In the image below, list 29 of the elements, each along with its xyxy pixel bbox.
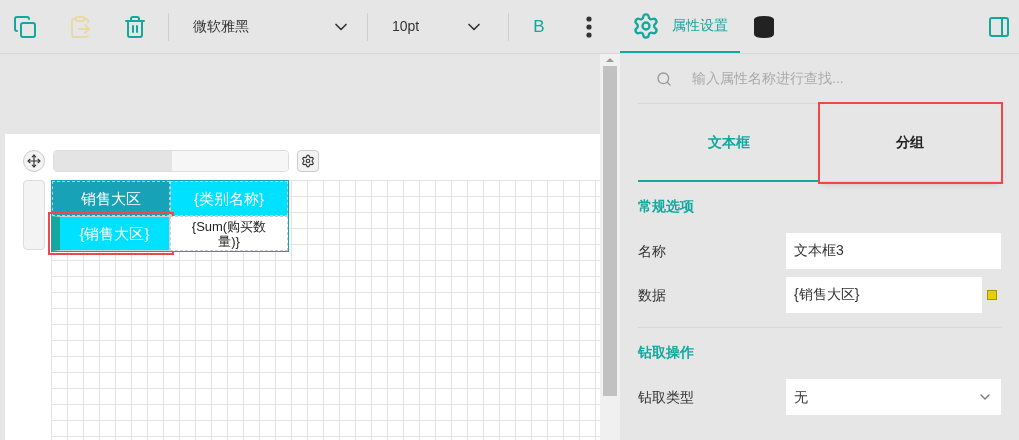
table-cell[interactable]: {Sum(购买数量)} <box>170 216 288 251</box>
panel-toggle-icon <box>987 14 1011 39</box>
expression-indicator-icon[interactable] <box>987 290 997 300</box>
field-label: 名称 <box>638 241 667 261</box>
database-icon <box>752 14 776 39</box>
settings-icon <box>632 11 660 40</box>
table-settings-button[interactable] <box>297 150 319 172</box>
trash-icon <box>123 14 147 39</box>
font-size-dropdown[interactable]: 10pt <box>368 16 508 37</box>
input-field[interactable]: 文本框3 <box>786 233 1001 269</box>
row-header <box>23 180 45 250</box>
move-handle[interactable] <box>23 150 45 172</box>
field-label: 钻取类型 <box>638 387 695 407</box>
search-field[interactable]: 输入属性名称进行查找... <box>692 68 1001 89</box>
settings-icon <box>301 154 315 168</box>
field-label: 数据 <box>638 285 667 305</box>
section-title: 钻取操作 <box>638 343 695 362</box>
copy-icon <box>13 14 37 39</box>
search-icon <box>656 70 672 87</box>
more-icon <box>586 15 592 38</box>
font-dropdown[interactable]: 微软雅黑 <box>177 16 367 37</box>
paste-icon <box>68 14 92 39</box>
panel-toggle-button[interactable] <box>987 14 1011 39</box>
select-field[interactable]: 无 <box>786 379 1001 415</box>
move-icon <box>27 154 41 168</box>
section-title: 常规选项 <box>638 197 695 216</box>
scrollbar-thumb[interactable] <box>603 66 617 396</box>
property-tab[interactable]: 分组 <box>819 104 1001 182</box>
input-field[interactable]: {销售大区} <box>786 277 982 313</box>
